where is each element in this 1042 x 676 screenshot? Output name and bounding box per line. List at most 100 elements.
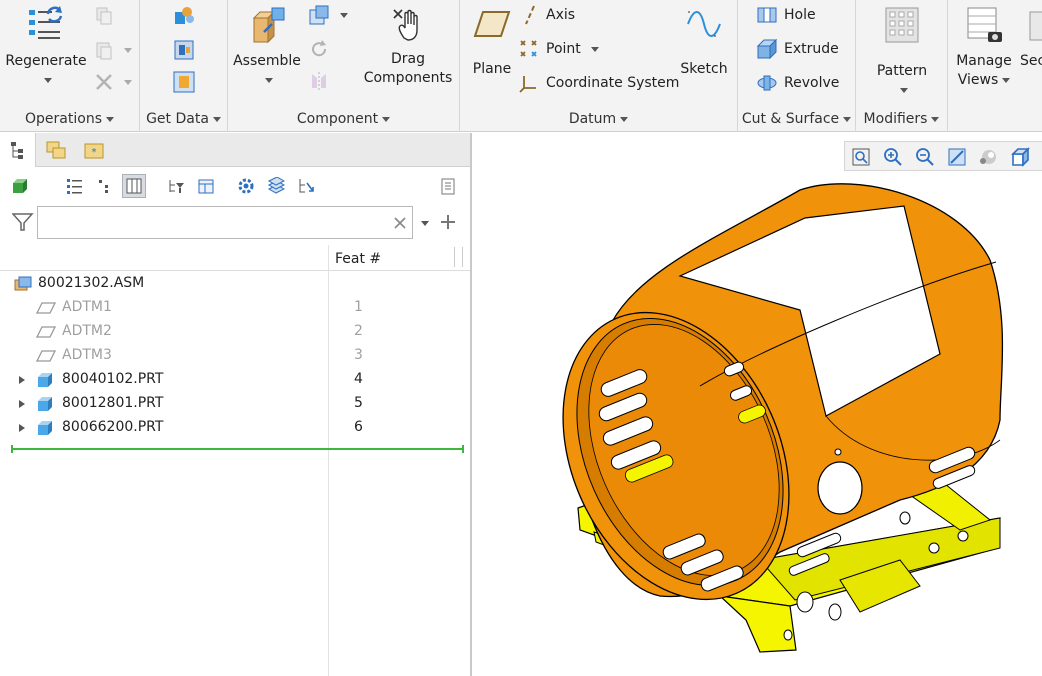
merge-icon <box>173 71 195 93</box>
tree-row[interactable]: ADTM2 2 <box>0 320 470 344</box>
clear-search-icon[interactable] <box>393 216 407 230</box>
get-data-group-label[interactable]: Get Data <box>140 111 227 127</box>
section-button[interactable]: Sec <box>1020 4 1042 71</box>
chevron-down-icon[interactable] <box>421 221 429 226</box>
expand-arrow-icon[interactable] <box>17 399 27 409</box>
graphics-viewport[interactable] <box>474 133 1042 676</box>
paste-icon <box>96 42 112 60</box>
pattern-button[interactable]: Pattern <box>864 4 940 100</box>
expand-arrow-icon[interactable] <box>17 375 27 385</box>
datum-group-label[interactable]: Datum <box>460 111 737 127</box>
coordinate-system-button[interactable]: Coordinate System <box>518 72 679 94</box>
chevron-down-icon <box>1002 77 1011 83</box>
regenerate-button[interactable]: Regenerate <box>4 4 88 90</box>
component-group-label[interactable]: Component <box>228 111 459 127</box>
tab-favorites[interactable]: * <box>76 133 112 167</box>
create-component-button[interactable] <box>308 4 348 26</box>
tree-row-label: ADTM2 <box>62 323 112 339</box>
tab-model-tree[interactable] <box>0 133 36 167</box>
tree-row[interactable]: ADTM3 3 <box>0 344 470 368</box>
copy-button[interactable] <box>94 6 114 26</box>
mirror-component-button[interactable] <box>308 70 330 92</box>
show-button[interactable] <box>8 174 32 198</box>
tree-column-header: Feat # <box>0 245 470 271</box>
paste-button[interactable] <box>94 40 132 60</box>
tree-columns-button[interactable] <box>122 174 146 198</box>
sketch-button[interactable]: Sketch <box>674 4 734 79</box>
hole-icon <box>757 7 777 23</box>
copy-geometry-icon <box>174 40 194 60</box>
motor-housing-model[interactable] <box>474 133 1042 676</box>
point-button[interactable]: Point <box>518 38 599 60</box>
filter-funnel-icon[interactable] <box>12 212 34 232</box>
tree-search-input[interactable] <box>37 206 413 239</box>
tree-settings-button[interactable] <box>194 174 218 198</box>
tree-row[interactable]: ADTM1 1 <box>0 296 470 320</box>
assemble-label: Assemble <box>233 53 301 69</box>
tree-row[interactable]: 80066200.PRT 6 <box>0 416 470 440</box>
hole-button[interactable]: Hole <box>756 4 816 26</box>
manage-views-line1: Manage <box>956 53 1012 69</box>
collapse-all-button[interactable] <box>92 174 116 198</box>
assemble-button[interactable]: Assemble <box>232 4 302 90</box>
tree-filter-button[interactable] <box>164 174 188 198</box>
chevron-down-icon[interactable] <box>265 77 273 83</box>
expand-all-button[interactable] <box>62 174 86 198</box>
navigator-tabs: * <box>0 133 470 167</box>
component-group: Assemble Drag Components Component <box>228 0 460 132</box>
layers-button[interactable] <box>264 174 288 198</box>
insert-here-line[interactable] <box>12 448 464 450</box>
operations-group-label[interactable]: Operations <box>0 111 139 127</box>
tree-row-label: 80066200.PRT <box>62 419 164 435</box>
columns-icon <box>126 178 142 194</box>
tree-root-row[interactable]: 80021302.ASM <box>0 272 470 296</box>
repeat-button[interactable] <box>308 38 330 60</box>
chevron-down-icon <box>931 116 940 122</box>
tree-row[interactable]: 80012801.PRT 5 <box>0 392 470 416</box>
gear-button[interactable] <box>234 174 258 198</box>
tree-row-label: 80040102.PRT <box>62 371 164 387</box>
part-icon <box>38 373 52 387</box>
extrude-button[interactable]: Extrude <box>756 38 839 60</box>
sketch-label: Sketch <box>680 61 728 77</box>
manage-views-button[interactable]: Manage Views <box>952 4 1016 90</box>
axis-icon <box>525 5 535 25</box>
copy-geometry-button[interactable] <box>172 38 196 62</box>
modifiers-group: Pattern Modifiers <box>856 0 948 132</box>
tree-settings-icon <box>198 179 214 194</box>
cut-surface-group-label[interactable]: Cut & Surface <box>738 111 855 127</box>
tab-folder-browser[interactable] <box>38 133 74 167</box>
tree-filter-icon <box>169 180 184 193</box>
csys-icon <box>519 76 536 93</box>
column-divider[interactable] <box>462 247 463 267</box>
hole-label: Hole <box>784 7 816 23</box>
axis-button[interactable]: Axis <box>520 4 575 26</box>
operations-group: Regenerate Operations <box>0 0 140 132</box>
chevron-down-icon[interactable] <box>340 12 348 18</box>
delete-button[interactable] <box>94 72 132 92</box>
chevron-down-icon[interactable] <box>900 87 908 93</box>
chevron-down-icon[interactable] <box>124 79 132 85</box>
expand-arrow-icon[interactable] <box>17 423 27 433</box>
modifiers-group-label[interactable]: Modifiers <box>856 111 947 127</box>
drag-components-button[interactable]: Drag Components <box>360 4 456 88</box>
chevron-down-icon <box>620 116 629 122</box>
housing-shell[interactable] <box>520 183 1004 636</box>
plane-icon <box>473 11 511 37</box>
chevron-down-icon <box>843 116 852 122</box>
tree-options-button[interactable] <box>436 174 460 198</box>
plane-button[interactable]: Plane <box>464 4 520 79</box>
add-icon[interactable] <box>440 214 456 230</box>
tree-row-number: 4 <box>354 371 363 387</box>
tree-tools-button[interactable] <box>294 174 318 198</box>
merge-button[interactable] <box>172 70 196 94</box>
revolve-button[interactable]: Revolve <box>756 72 839 94</box>
chevron-down-icon[interactable] <box>590 46 599 52</box>
chevron-down-icon[interactable] <box>124 47 132 53</box>
column-divider[interactable] <box>454 247 455 267</box>
tree-row[interactable]: 80040102.PRT 4 <box>0 368 470 392</box>
user-defined-feature-button[interactable] <box>172 4 196 28</box>
part-icon <box>38 421 52 435</box>
feat-num-header[interactable]: Feat # <box>335 251 381 267</box>
chevron-down-icon[interactable] <box>44 77 52 83</box>
